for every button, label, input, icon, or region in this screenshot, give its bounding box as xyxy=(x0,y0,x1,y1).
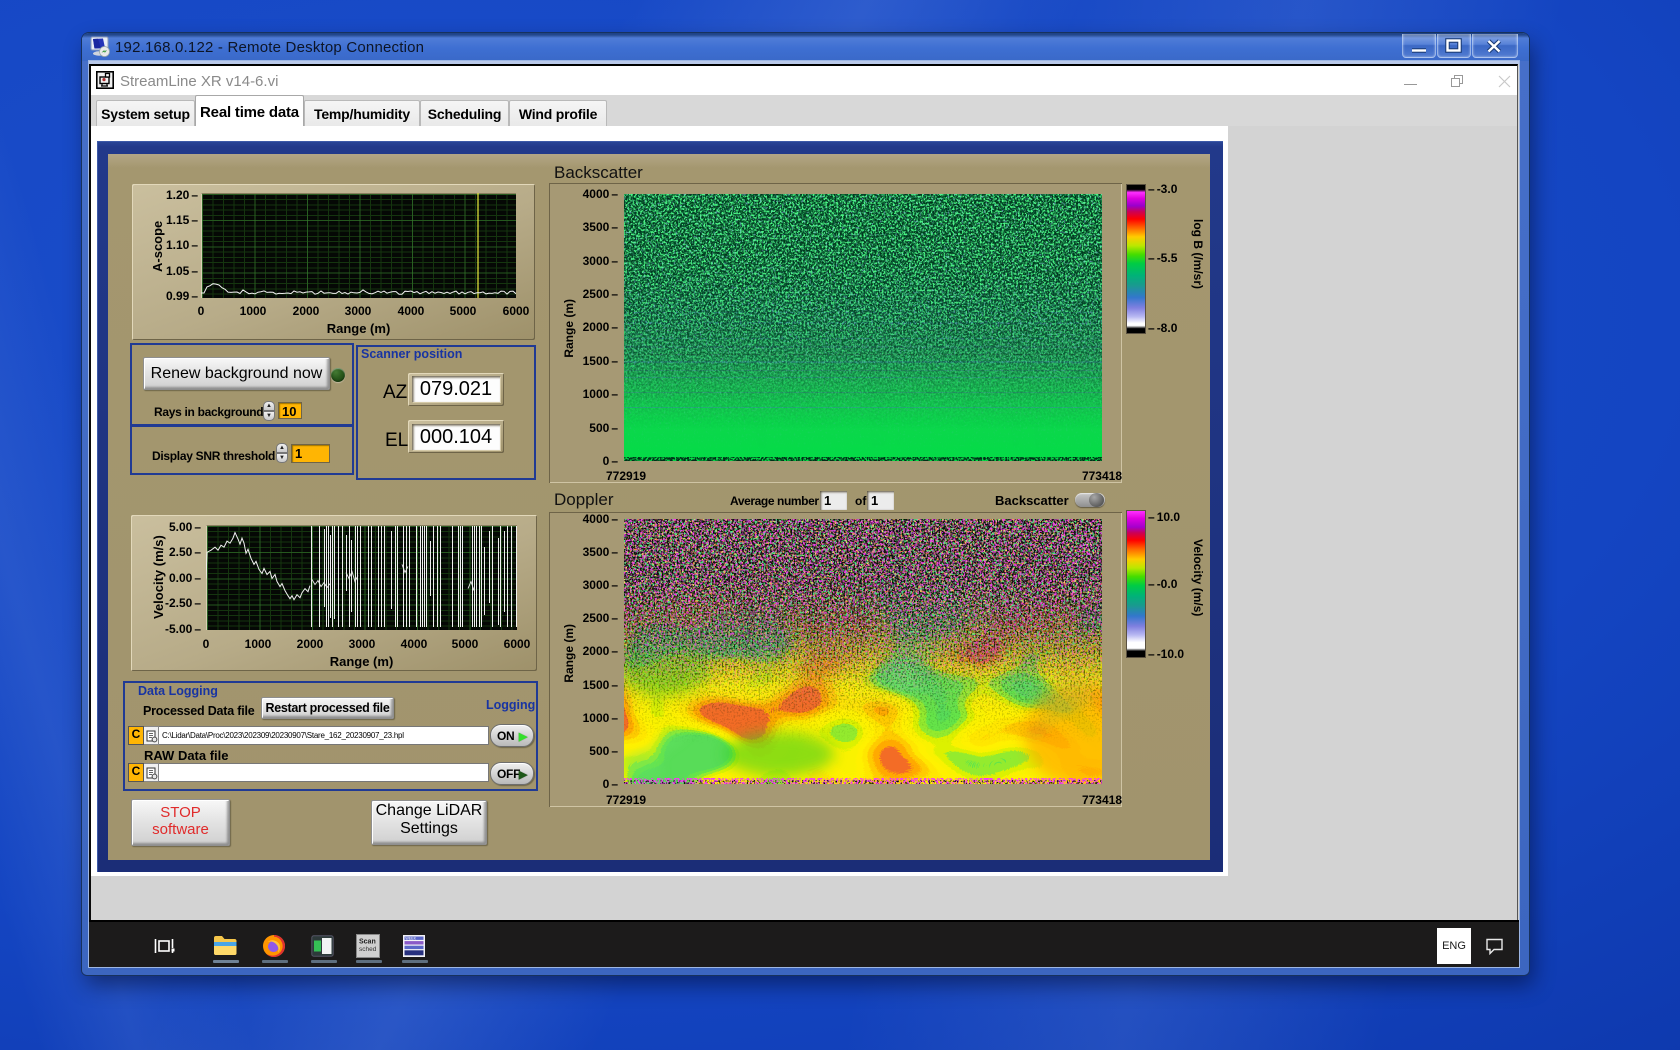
svg-text:Scan: Scan xyxy=(359,939,376,946)
svg-text:sched: sched xyxy=(359,946,377,953)
svg-text:WEEK: WEEK xyxy=(405,937,416,941)
